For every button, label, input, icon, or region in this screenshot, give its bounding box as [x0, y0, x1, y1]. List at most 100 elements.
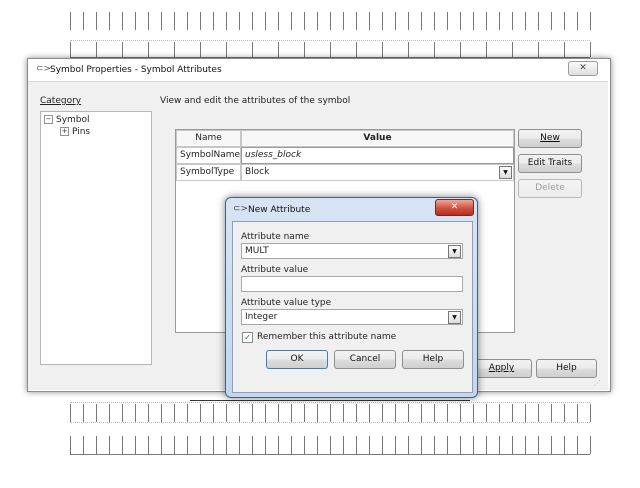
schematic-tick — [382, 436, 383, 454]
schematic-tick — [213, 12, 214, 30]
schematic-tick — [434, 436, 435, 454]
schematic-tick — [486, 42, 487, 57]
schematic-tick — [252, 12, 253, 30]
schematic-tick — [551, 436, 552, 454]
schematic-tick — [356, 12, 357, 30]
schematic-tick — [382, 42, 383, 57]
schematic-tick — [291, 12, 292, 30]
new-attribute-close-button[interactable]: ✕ — [435, 199, 474, 216]
attribute-name-value: MULT — [245, 246, 269, 256]
schematic-tick — [473, 12, 474, 30]
tree-expand-icon[interactable]: + — [60, 127, 69, 136]
schematic-tick — [512, 404, 513, 422]
schematic-tick — [369, 404, 370, 422]
cell-symbolname[interactable]: SymbolName — [176, 147, 241, 164]
schematic-tick — [330, 42, 331, 57]
schematic-tick — [161, 404, 162, 422]
schematic-tick — [70, 42, 71, 57]
symbolname-value-field[interactable]: usless_block — [241, 147, 514, 164]
attribute-value-input[interactable] — [241, 276, 463, 292]
schematic-tick — [473, 404, 474, 422]
ok-button[interactable]: OK — [266, 350, 328, 369]
column-header-name[interactable]: Name — [176, 130, 241, 147]
schematic-tick — [460, 12, 461, 30]
main-close-button[interactable]: ✕ — [568, 61, 598, 76]
schematic-tick — [226, 12, 227, 30]
schematic-tick — [265, 12, 266, 30]
help-button[interactable]: Help — [536, 359, 597, 378]
schematic-tick — [590, 12, 591, 30]
symboltype-value-combo[interactable]: Block ▼ — [241, 164, 514, 181]
schematic-tick — [96, 404, 97, 422]
cell-symboltype[interactable]: SymbolType — [176, 164, 241, 181]
schematic-tick — [343, 404, 344, 422]
symboltype-value: Block — [245, 167, 270, 177]
schematic-tick — [265, 404, 266, 422]
chevron-down-icon[interactable]: ▼ — [448, 245, 461, 258]
attribute-name-combo[interactable]: MULT ▼ — [241, 243, 463, 259]
tree-item-symbol[interactable]: − Symbol — [44, 115, 90, 125]
schematic-tick — [538, 436, 539, 454]
main-dialog-title: Symbol Properties - Symbol Attributes — [50, 65, 222, 75]
schematic-tick — [564, 42, 565, 57]
schematic-tick — [473, 436, 474, 454]
edit-traits-button[interactable]: Edit Traits — [518, 154, 582, 173]
schematic-tick — [135, 404, 136, 422]
view-description: View and edit the attributes of the symb… — [160, 96, 351, 106]
schematic-tick — [239, 436, 240, 454]
attribute-type-combo[interactable]: Integer ▼ — [241, 309, 463, 325]
category-label: Category — [40, 96, 82, 106]
schematic-tick — [252, 404, 253, 422]
schematic-tick — [226, 42, 227, 57]
schematic-tick — [239, 404, 240, 422]
cancel-button[interactable]: Cancel — [334, 350, 396, 369]
schematic-tick — [460, 42, 461, 57]
attribute-type-label: Attribute value type — [241, 298, 332, 308]
schematic-tick — [70, 12, 71, 30]
schematic-tick — [122, 436, 123, 454]
apply-button[interactable]: Apply — [471, 359, 532, 378]
chevron-down-icon[interactable]: ▼ — [448, 311, 461, 324]
schematic-tick — [83, 436, 84, 454]
schematic-tick — [291, 404, 292, 422]
schematic-tick — [122, 12, 123, 30]
resize-grip-icon[interactable]: ⋰ — [594, 378, 604, 388]
schematic-tick — [525, 404, 526, 422]
schematic-tick — [239, 12, 240, 30]
schematic-tick — [369, 436, 370, 454]
schematic-tick — [590, 436, 591, 454]
schematic-tick — [200, 42, 201, 57]
schematic-tick — [551, 12, 552, 30]
help-button[interactable]: Help — [402, 350, 464, 369]
schematic-canvas-top — [70, 12, 591, 58]
schematic-tick — [148, 436, 149, 454]
tree-item-label: Pins — [72, 127, 91, 137]
schematic-tick — [499, 404, 500, 422]
remember-name-checkbox[interactable]: ✓ — [242, 332, 253, 343]
tree-item-pins[interactable]: + Pins — [60, 127, 90, 137]
new-attribute-body: Attribute name MULT ▼ Attribute value At… — [232, 221, 473, 393]
column-header-value[interactable]: Value — [241, 130, 514, 147]
new-button[interactable]: New — [518, 129, 582, 148]
schematic-tick — [434, 12, 435, 30]
schematic-tick — [148, 42, 149, 57]
schematic-tick — [421, 436, 422, 454]
schematic-tick — [356, 404, 357, 422]
schematic-tick — [278, 12, 279, 30]
main-titlebar[interactable]: ⊂> Symbol Properties - Symbol Attributes… — [28, 59, 610, 81]
schematic-tick — [499, 436, 500, 454]
schematic-tick — [200, 12, 201, 30]
tree-collapse-icon[interactable]: − — [44, 115, 53, 124]
delete-button[interactable]: Delete — [518, 179, 582, 198]
schematic-tick — [278, 436, 279, 454]
schematic-tick — [226, 404, 227, 422]
chevron-down-icon[interactable]: ▼ — [499, 166, 512, 179]
schematic-tick — [83, 12, 84, 30]
schematic-tick — [408, 12, 409, 30]
category-tree[interactable]: − Symbol + Pins — [40, 111, 152, 365]
schematic-tick — [109, 404, 110, 422]
schematic-tick — [161, 12, 162, 30]
schematic-tick — [564, 404, 565, 422]
schematic-tick — [486, 404, 487, 422]
schematic-tick — [447, 436, 448, 454]
